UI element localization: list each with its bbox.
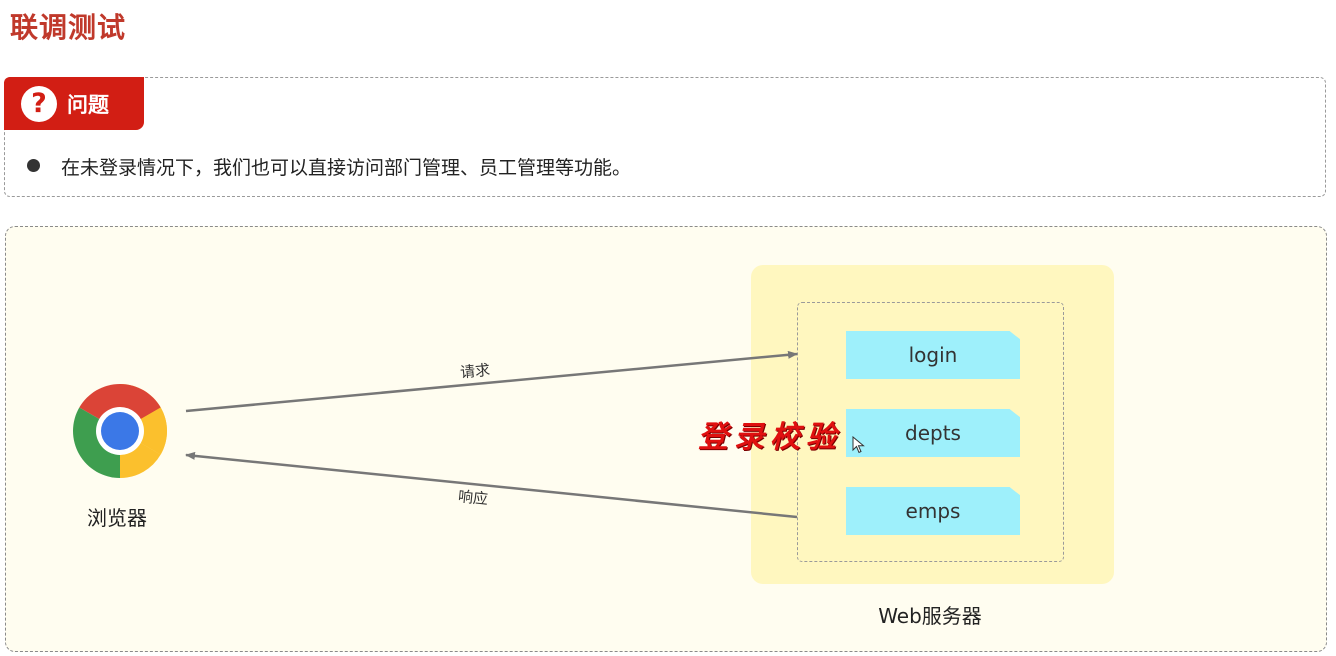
cursor-icon	[852, 436, 865, 454]
login-check-annotation: 登录校验	[698, 420, 842, 455]
response-arrow	[185, 451, 798, 519]
slide: 联调测试 ? 问题 在未登录情况下，我们也可以直接访问部门管理、员工管理等功能。…	[0, 0, 1336, 656]
request-arrow	[185, 350, 798, 413]
diagram-connectors: 请求 响应	[73, 350, 798, 519]
response-label: 响应	[457, 487, 489, 508]
server-label: Web服务器	[878, 604, 982, 628]
browser-label: 浏览器	[87, 506, 147, 530]
request-label: 请求	[459, 361, 491, 382]
chrome-icon	[73, 384, 167, 478]
